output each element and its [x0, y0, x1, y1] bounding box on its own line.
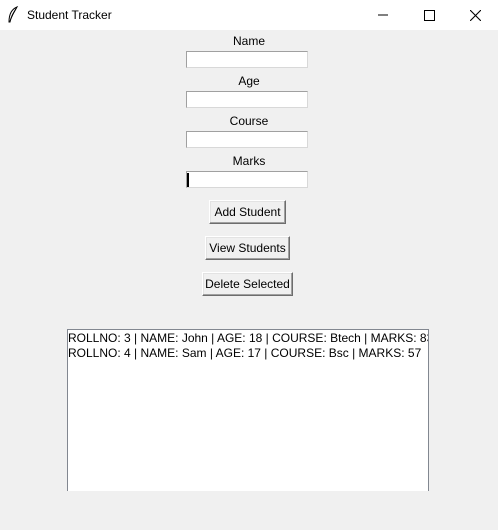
students-listbox[interactable]: ROLLNO: 3 | NAME: John | AGE: 18 | COURS…: [67, 329, 429, 491]
title-bar: Student Tracker: [0, 0, 498, 30]
list-item[interactable]: ROLLNO: 4 | NAME: Sam | AGE: 17 | COURSE…: [68, 346, 428, 361]
add-student-button[interactable]: Add Student: [209, 200, 286, 224]
course-input[interactable]: [186, 131, 308, 148]
delete-selected-button[interactable]: Delete Selected: [202, 272, 293, 296]
maximize-button[interactable]: [406, 0, 452, 30]
close-button[interactable]: [452, 0, 498, 30]
age-input[interactable]: [186, 91, 308, 108]
feather-icon: [6, 5, 20, 24]
list-item[interactable]: ROLLNO: 3 | NAME: John | AGE: 18 | COURS…: [68, 331, 428, 346]
marks-input[interactable]: [186, 171, 308, 188]
name-label: Name: [232, 34, 265, 48]
marks-label: Marks: [232, 154, 266, 168]
maximize-icon: [424, 10, 435, 21]
name-input[interactable]: [186, 51, 308, 68]
close-icon: [470, 10, 481, 21]
age-label: Age: [238, 74, 260, 88]
window-title: Student Tracker: [27, 8, 112, 22]
minimize-icon: [378, 14, 388, 16]
course-label: Course: [229, 114, 269, 128]
text-cursor: [187, 173, 189, 187]
minimize-button[interactable]: [360, 0, 406, 30]
view-students-button[interactable]: View Students: [205, 236, 290, 260]
